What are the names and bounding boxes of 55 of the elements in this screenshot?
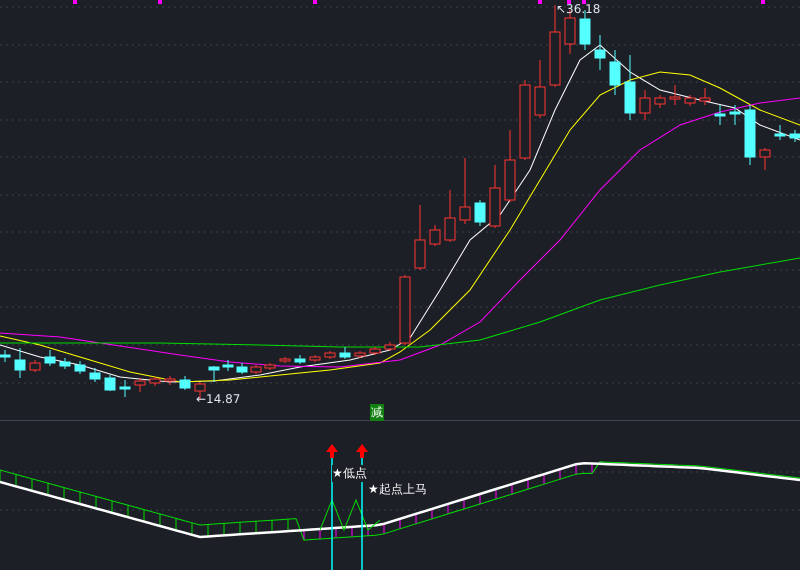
candlestick bbox=[340, 346, 350, 360]
candlestick bbox=[104, 374, 116, 392]
candlestick bbox=[324, 350, 336, 360]
candlestick bbox=[490, 164, 500, 228]
candlestick bbox=[460, 158, 470, 224]
signal-badge: 减 bbox=[370, 404, 384, 421]
price-high-label: ↖36.18 bbox=[556, 2, 600, 16]
signal-label: ★起点上马 bbox=[368, 481, 427, 498]
candlestick bbox=[14, 348, 26, 378]
up-arrow-icon bbox=[326, 444, 338, 458]
candlestick bbox=[654, 94, 666, 108]
candlestick bbox=[354, 350, 366, 358]
candlestick bbox=[444, 190, 456, 242]
zigzag-line bbox=[320, 498, 380, 532]
candlestick bbox=[294, 354, 306, 364]
candlestick bbox=[760, 148, 770, 170]
candlestick bbox=[384, 342, 396, 352]
candlestick bbox=[134, 378, 146, 392]
candlestick bbox=[264, 362, 276, 370]
candlestick bbox=[120, 380, 130, 398]
candlestick bbox=[730, 104, 740, 126]
candlestick bbox=[610, 50, 620, 96]
candlestick bbox=[414, 204, 426, 270]
candlestick bbox=[370, 346, 380, 356]
candlestick bbox=[790, 130, 800, 142]
candlestick bbox=[74, 360, 86, 374]
candlestick bbox=[208, 366, 220, 382]
candlestick bbox=[640, 90, 650, 120]
candlestick bbox=[310, 354, 320, 362]
candlestick bbox=[744, 104, 756, 166]
candlestick bbox=[534, 60, 546, 118]
up-arrow-icon bbox=[356, 444, 368, 458]
candlestick bbox=[430, 224, 440, 246]
candlestick bbox=[164, 376, 176, 386]
candlestick bbox=[250, 364, 262, 374]
candlestick bbox=[774, 124, 786, 140]
candlestick bbox=[474, 200, 486, 226]
candlestick bbox=[714, 104, 726, 126]
candlestick bbox=[150, 376, 160, 386]
candlestick bbox=[180, 376, 190, 390]
candlestick bbox=[670, 84, 680, 106]
candlestick bbox=[400, 274, 410, 346]
candlestick bbox=[60, 358, 70, 370]
candlestick bbox=[236, 362, 248, 374]
candlestick bbox=[594, 34, 606, 70]
candlestick bbox=[44, 350, 56, 366]
price-low-label: ←14.87 bbox=[196, 392, 240, 406]
candlestick bbox=[0, 350, 10, 362]
candlestick bbox=[90, 368, 100, 382]
candlestick bbox=[684, 94, 696, 106]
candlestick bbox=[700, 88, 710, 106]
candlestick bbox=[222, 360, 234, 372]
signal-label: ★低点 bbox=[332, 465, 367, 482]
candlestick bbox=[624, 54, 636, 120]
candlestick bbox=[30, 360, 40, 372]
